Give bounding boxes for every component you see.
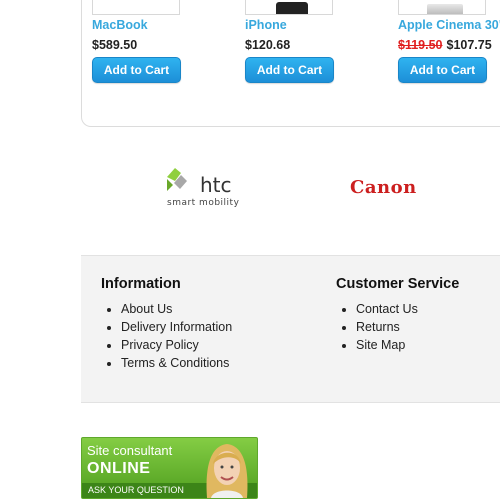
footer-link-terms[interactable]: Terms & Conditions	[121, 354, 232, 372]
footer-link-delivery[interactable]: Delivery Information	[121, 318, 232, 336]
htc-logo-text: htc	[200, 173, 232, 197]
footer-heading: Information	[101, 276, 181, 292]
add-to-cart-button[interactable]: Add to Cart	[92, 57, 181, 83]
footer: Information About Us Delivery Informatio…	[81, 255, 500, 403]
footer-link-contact-us[interactable]: Contact Us	[356, 300, 459, 318]
consultant-label: Site consultant	[87, 443, 173, 458]
product-name-link[interactable]: MacBook	[92, 18, 148, 32]
htc-logo[interactable]: htc smart mobility	[165, 163, 249, 209]
macbook-thumbnail[interactable]	[92, 0, 180, 15]
footer-link-returns[interactable]: Returns	[356, 318, 459, 336]
footer-link-list: About Us Delivery Information Privacy Po…	[101, 300, 232, 372]
product-name-link[interactable]: iPhone	[245, 18, 287, 32]
footer-link-site-map[interactable]: Site Map	[356, 336, 459, 354]
footer-link-privacy[interactable]: Privacy Policy	[121, 336, 232, 354]
add-to-cart-button[interactable]: Add to Cart	[245, 57, 334, 83]
consultant-status: ONLINE	[87, 460, 151, 477]
product-price: $589.50	[92, 38, 137, 52]
htc-logo-icon: htc smart mobility	[167, 168, 240, 208]
product-price: $120.68	[245, 38, 290, 52]
consultant-photo-icon	[206, 444, 248, 498]
footer-link-list: Contact Us Returns Site Map	[336, 300, 459, 354]
iphone-thumbnail[interactable]	[245, 0, 333, 15]
add-to-cart-button[interactable]: Add to Cart	[398, 57, 487, 83]
product-grid: MacBook $589.50 Add to Cart iPhone $120.…	[81, 0, 500, 127]
site-consultant-banner[interactable]: Site consultant ONLINE ASK YOUR QUESTION	[81, 437, 258, 499]
product-current-price: $120.68	[245, 38, 291, 52]
footer-customer-service: Customer Service Contact Us Returns Site…	[336, 276, 459, 354]
cinema-display-image	[427, 4, 463, 14]
product-old-price: $119.50	[398, 38, 443, 52]
iphone-image	[276, 2, 308, 14]
product-current-price: $589.50	[92, 38, 138, 52]
product-price: $119.50 $107.75	[398, 38, 492, 52]
product-name-link[interactable]: Apple Cinema 30"	[398, 18, 500, 32]
htc-tagline: smart mobility	[167, 198, 240, 208]
product-special-price: $107.75	[446, 38, 492, 52]
cinema-display-thumbnail[interactable]	[398, 0, 486, 15]
footer-information: Information About Us Delivery Informatio…	[101, 276, 232, 372]
footer-heading: Customer Service	[336, 276, 460, 292]
canon-logo[interactable]: Canon	[350, 177, 417, 198]
footer-link-about-us[interactable]: About Us	[121, 300, 232, 318]
